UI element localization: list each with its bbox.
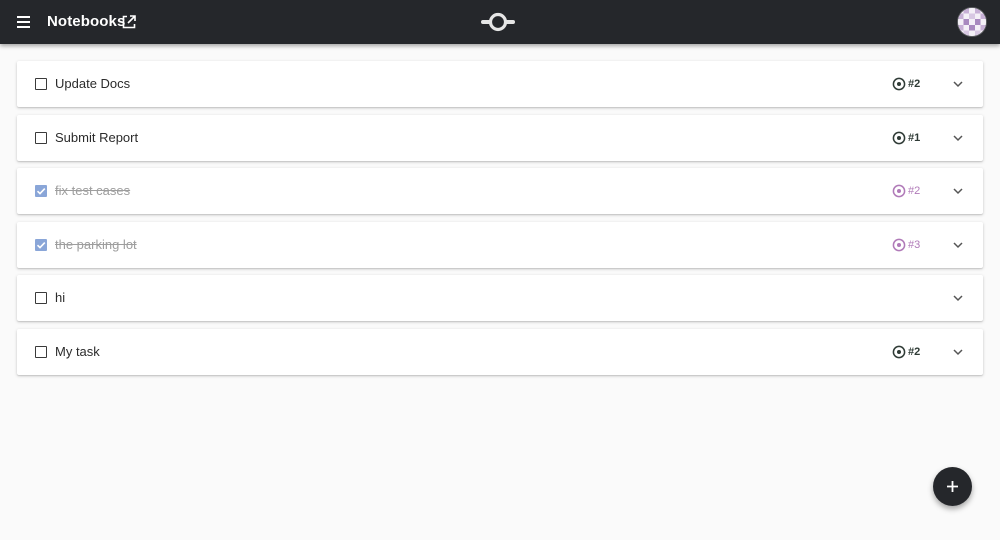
add-task-button[interactable] [933, 467, 972, 506]
plus-icon [947, 481, 958, 492]
task-checkbox[interactable] [35, 78, 47, 90]
chevron-down-icon[interactable] [952, 346, 964, 358]
target-icon [892, 184, 906, 198]
task-label: Submit Report [55, 129, 139, 145]
task-item[interactable]: My task #2 [17, 328, 983, 375]
task-checkbox[interactable] [35, 238, 47, 251]
target-icon [892, 345, 906, 359]
menu-icon[interactable] [12, 11, 34, 33]
target-icon [892, 77, 906, 91]
commit-logo-icon [481, 12, 515, 32]
priority-label: #2 [908, 78, 921, 90]
open-in-new-icon[interactable] [121, 14, 137, 30]
chevron-down-icon[interactable] [952, 292, 964, 304]
task-label: Update Docs [55, 76, 131, 91]
task-label: hi [55, 290, 66, 306]
priority-badge[interactable]: #2 [892, 183, 920, 199]
task-label: My task [55, 343, 100, 359]
app-title[interactable]: Notebooks [47, 13, 125, 30]
task-checkbox[interactable] [35, 131, 47, 144]
task-checkbox[interactable] [35, 292, 47, 305]
chevron-down-icon[interactable] [952, 78, 964, 90]
priority-label: #2 [908, 185, 921, 198]
task-checkbox[interactable] [35, 185, 47, 198]
priority-badge[interactable]: #3 [892, 237, 920, 253]
task-item[interactable]: hi [17, 275, 983, 322]
chevron-down-icon[interactable] [952, 185, 964, 197]
task-item[interactable]: Update Docs #2 [17, 61, 983, 107]
task-item[interactable]: the parking lot #3 [17, 221, 983, 268]
target-icon [892, 238, 906, 252]
target-icon [892, 131, 906, 144]
priority-label: #2 [908, 345, 921, 358]
chevron-down-icon[interactable] [952, 239, 964, 251]
priority-badge[interactable]: #1 [892, 130, 920, 146]
task-item[interactable]: fix test cases #2 [17, 168, 983, 215]
chevron-down-icon[interactable] [952, 132, 964, 144]
priority-badge[interactable]: #2 [892, 76, 920, 92]
task-label: fix test cases [55, 183, 131, 199]
task-label: the parking lot [55, 236, 137, 252]
app-bar: Notebooks [0, 0, 1000, 44]
avatar[interactable] [958, 8, 986, 36]
priority-label: #3 [908, 238, 921, 251]
priority-label: #1 [908, 131, 921, 144]
task-checkbox[interactable] [35, 345, 47, 358]
task-item[interactable]: Submit Report #1 [17, 114, 983, 161]
task-list: Update Docs #2 Submit Report #1 fix test… [17, 61, 983, 383]
priority-badge[interactable]: #2 [892, 344, 920, 360]
